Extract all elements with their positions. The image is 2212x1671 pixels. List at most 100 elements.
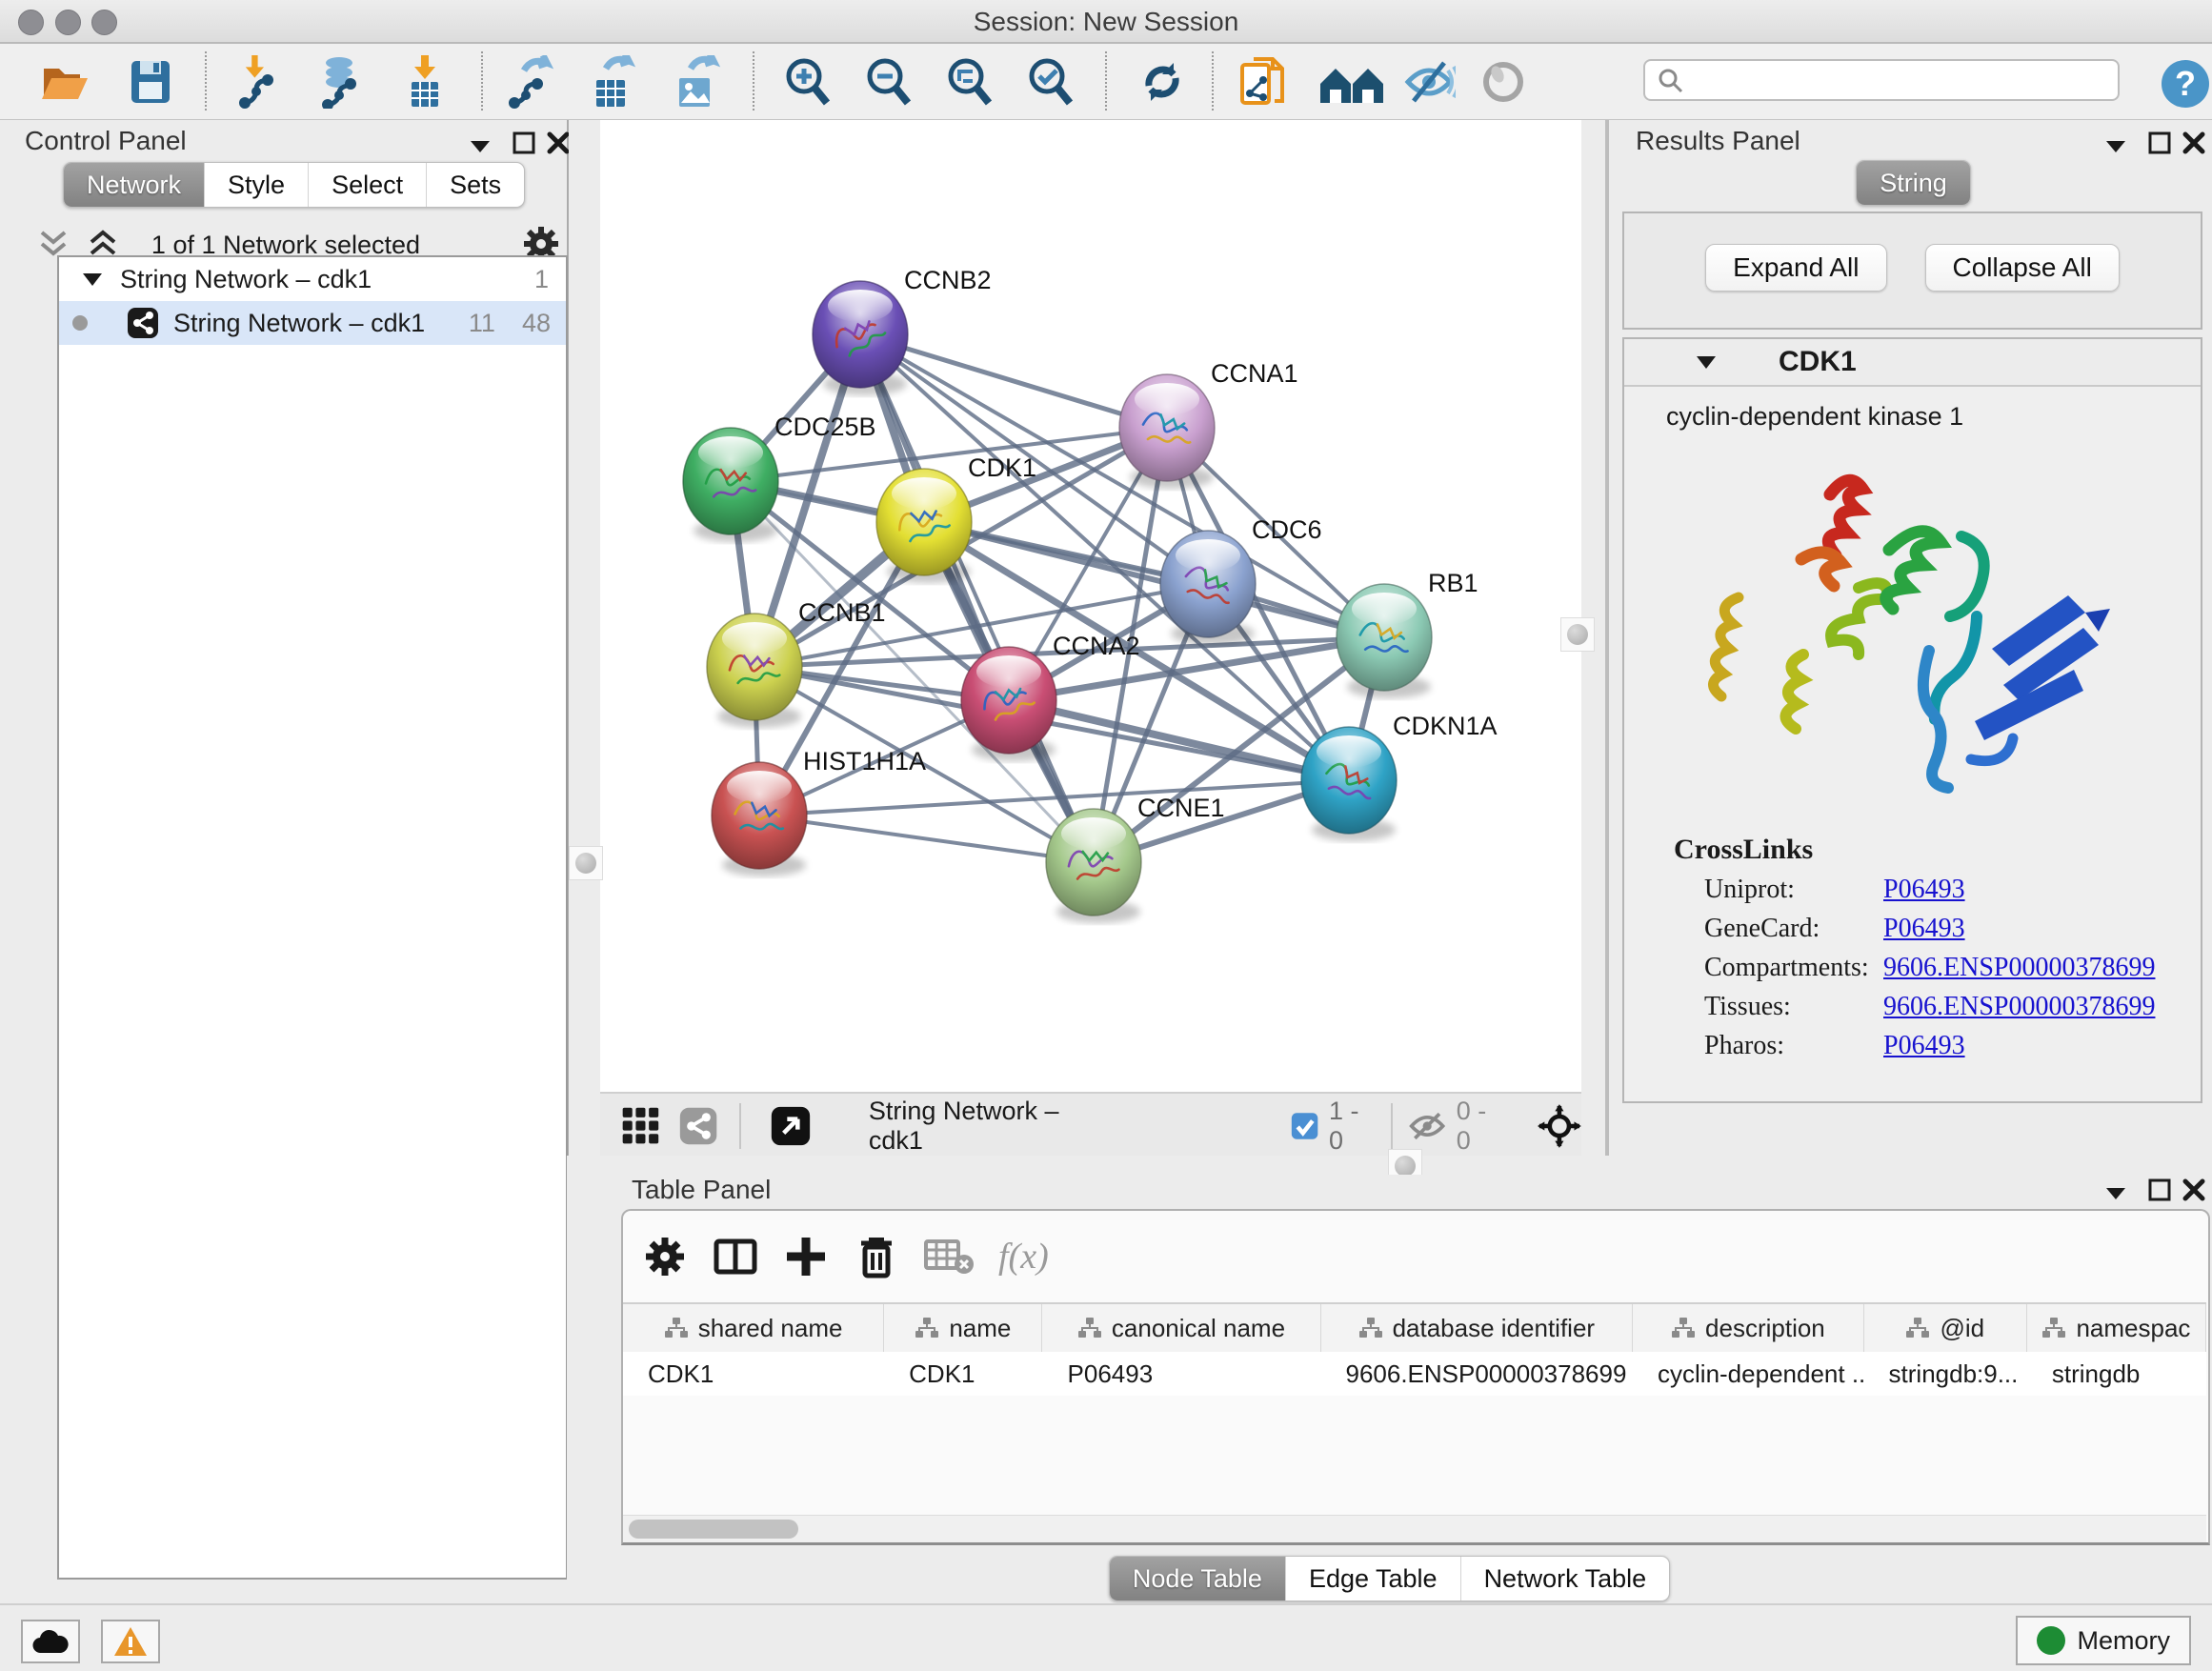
crosslink-value-link[interactable]: 9606.ENSP00000378699 (1883, 953, 2155, 983)
crosslink-value-link[interactable]: P06493 (1883, 875, 1965, 905)
network-edge[interactable] (759, 815, 1094, 862)
splitter-handle[interactable] (1560, 617, 1595, 652)
table-row[interactable]: CDK1CDK1P064939606.ENSP00000378699cyclin… (623, 1352, 2206, 1396)
crosslink-value-link[interactable]: P06493 (1883, 914, 1965, 944)
gene-header-row[interactable]: CDK1 (1624, 339, 2201, 387)
memory-button[interactable]: Memory (2016, 1616, 2191, 1665)
table-cell[interactable]: 9606.ENSP00000378699 (1320, 1352, 1633, 1396)
column-header-database-identifier[interactable]: database identifier (1321, 1304, 1634, 1352)
crosslink-value-link[interactable]: 9606.ENSP00000378699 (1883, 992, 2155, 1022)
scrollbar-thumb[interactable] (629, 1520, 798, 1539)
tab-select[interactable]: Select (308, 163, 426, 207)
table-cell[interactable]: CDK1 (623, 1352, 884, 1396)
tab-network-table[interactable]: Network Table (1460, 1557, 1670, 1601)
table-horizontal-scrollbar[interactable] (623, 1515, 2206, 1542)
table-cell[interactable]: P06493 (1043, 1352, 1321, 1396)
toolbar-separator (1212, 51, 1214, 111)
tab-network[interactable]: Network (64, 163, 204, 207)
import-table-icon[interactable] (398, 55, 452, 109)
tree-expander-icon[interactable] (80, 269, 105, 290)
zoom-in-icon[interactable] (781, 55, 835, 109)
save-session-icon[interactable] (124, 55, 177, 109)
refresh-icon[interactable] (1136, 55, 1189, 109)
show-hide-graphics-icon[interactable] (1402, 55, 1456, 109)
panel-collapse-icon[interactable] (2099, 131, 2133, 162)
panel-float-icon[interactable] (507, 128, 541, 158)
tab-style[interactable]: Style (204, 163, 308, 207)
delete-table-icon[interactable] (924, 1236, 974, 1278)
table-cell[interactable]: cyclin-dependent ... (1633, 1352, 1864, 1396)
panel-float-icon[interactable] (2142, 128, 2177, 158)
function-builder-icon[interactable]: f(x) (998, 1236, 1049, 1278)
zoom-fit-icon[interactable] (943, 55, 996, 109)
column-header-description[interactable]: description (1633, 1304, 1864, 1352)
table-cell[interactable]: stringdb (2027, 1352, 2206, 1396)
gene-expander-icon[interactable] (1693, 352, 1719, 372)
network-collection-row[interactable]: String Network – cdk1 1 (59, 257, 566, 301)
network-node-CCNB2[interactable]: CCNB2 (813, 266, 992, 395)
export-network-icon[interactable] (505, 55, 558, 109)
import-network-database-icon[interactable] (314, 55, 368, 109)
table-cell[interactable]: CDK1 (884, 1352, 1042, 1396)
footer-separator (739, 1103, 741, 1149)
crosslink-row: Compartments:9606.ENSP00000378699 (1704, 953, 2201, 983)
horizontal-splitter[interactable] (567, 1156, 2212, 1175)
network-view[interactable]: CCNB2CCNA1CDC25BCDK1CDC6RB1CCNB1CCNA2CDK… (600, 120, 1581, 1092)
tab-string[interactable]: String (1857, 161, 1970, 205)
titlebar: Session: New Session (0, 0, 2212, 44)
export-image-icon[interactable] (670, 55, 723, 109)
results-panel-title: Results Panel (1636, 126, 1800, 156)
show-columns-icon[interactable] (713, 1234, 758, 1279)
vertical-splitter[interactable] (1581, 120, 1615, 1156)
search-field[interactable] (1643, 59, 2120, 101)
splitter-handle[interactable] (569, 846, 603, 880)
table-cell[interactable]: stringdb:9... (1864, 1352, 2027, 1396)
column-header-name[interactable]: name (884, 1304, 1042, 1352)
expand-all-button[interactable]: Expand All (1705, 244, 1886, 292)
network-edge[interactable] (860, 334, 1094, 862)
column-header--id[interactable]: @id (1864, 1304, 2027, 1352)
collapse-all-button[interactable]: Collapse All (1925, 244, 2120, 292)
left-splitter[interactable] (569, 120, 600, 1156)
tab-sets[interactable]: Sets (426, 163, 524, 207)
copy-share-document-icon[interactable] (1237, 55, 1290, 109)
zoom-selected-icon[interactable] (1024, 55, 1077, 109)
import-network-file-icon[interactable] (233, 55, 287, 109)
network-node-CDC6[interactable]: CDC6 (1160, 515, 1322, 645)
delete-column-icon[interactable] (854, 1234, 899, 1279)
column-header-shared-name[interactable]: shared name (623, 1304, 884, 1352)
gene-description: cyclin-dependent kinase 1 (1666, 402, 2201, 432)
network-node-RB1[interactable]: RB1 (1337, 569, 1478, 698)
status-bar: Memory (0, 1603, 2212, 1671)
panel-close-icon[interactable] (2177, 1175, 2211, 1205)
add-column-icon[interactable] (783, 1234, 829, 1279)
hidden-count: 0 - 0 (1457, 1097, 1503, 1156)
help-icon[interactable]: ? (2159, 57, 2212, 111)
cloud-status-button[interactable] (21, 1620, 80, 1663)
home-networks-icon[interactable] (1318, 55, 1385, 109)
network-node-CDC25B[interactable]: CDC25B (683, 413, 876, 542)
detach-view-icon[interactable] (770, 1103, 812, 1149)
open-session-icon[interactable] (38, 55, 91, 109)
panel-collapse-icon[interactable] (2099, 1178, 2133, 1209)
search-input[interactable] (1683, 66, 2118, 95)
network-collection-label: String Network – cdk1 (120, 265, 372, 294)
export-table-icon[interactable] (587, 55, 640, 109)
column-header-namespac[interactable]: namespac (2027, 1304, 2206, 1352)
selected-checkbox-icon[interactable] (1290, 1110, 1319, 1142)
panel-float-icon[interactable] (2142, 1175, 2177, 1205)
string-view-icon[interactable] (678, 1104, 718, 1148)
birds-eye-toggle-icon[interactable] (1538, 1102, 1581, 1150)
crosslink-value-link[interactable]: P06493 (1883, 1031, 1965, 1061)
tab-node-table[interactable]: Node Table (1110, 1557, 1285, 1601)
column-header-canonical-name[interactable]: canonical name (1042, 1304, 1320, 1352)
panel-close-icon[interactable] (2177, 128, 2211, 158)
zoom-out-icon[interactable] (862, 55, 915, 109)
panel-collapse-icon[interactable] (463, 131, 497, 162)
table-options-gear-icon[interactable] (642, 1234, 688, 1279)
network-row-selected[interactable]: String Network – cdk1 11 48 (59, 301, 566, 345)
warning-status-button[interactable] (101, 1620, 160, 1663)
grid-view-icon[interactable] (619, 1102, 663, 1150)
network-node-CDKN1A[interactable]: CDKN1A (1301, 712, 1498, 841)
tab-edge-table[interactable]: Edge Table (1285, 1557, 1460, 1601)
